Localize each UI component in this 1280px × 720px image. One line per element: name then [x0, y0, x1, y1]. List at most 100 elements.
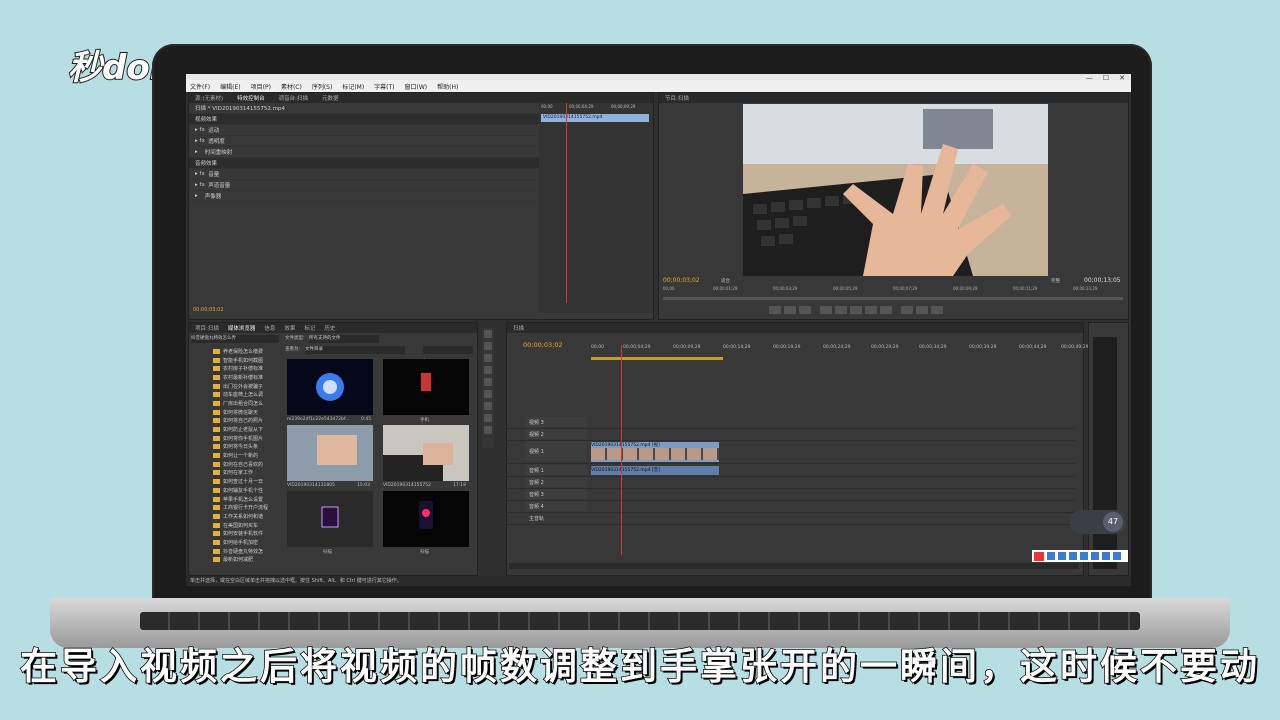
- effect-row-opacity[interactable]: ▸ fx 透明度: [189, 136, 539, 147]
- program-ruler[interactable]: 00;00 00;00;01;29 00;00;03;29 00;00;05;2…: [663, 286, 1123, 295]
- lift-icon[interactable]: [901, 306, 913, 314]
- track-select-icon[interactable]: [484, 342, 492, 350]
- track-header[interactable]: 音频 3: [525, 489, 587, 499]
- marker-icon[interactable]: [769, 306, 781, 314]
- view-as-select[interactable]: 文件目录: [305, 346, 405, 354]
- menu-help[interactable]: 帮助(H): [437, 82, 458, 91]
- slip-tool-icon[interactable]: [484, 390, 492, 398]
- zoom-fit-select[interactable]: 适合: [721, 278, 730, 284]
- folder-tree-item[interactable]: 如何在家工作: [193, 469, 281, 478]
- folder-tree-item[interactable]: 如何给手机加密: [193, 538, 281, 547]
- folder-tree-item[interactable]: 如何防止老鼠从下: [193, 425, 281, 434]
- folder-tree-item[interactable]: 厂房出租合同怎么: [193, 399, 281, 408]
- file-type-select[interactable]: 所有支持的文件: [309, 335, 379, 343]
- folder-tree-item[interactable]: 最新如何减肥: [193, 556, 281, 565]
- resolution-select[interactable]: 完整: [1051, 278, 1060, 284]
- go-to-in-icon[interactable]: [820, 306, 832, 314]
- menu-clip[interactable]: 素材(C): [281, 82, 302, 91]
- thumbnail[interactable]: [287, 491, 373, 547]
- folder-tree-item[interactable]: 如何查过十月一日: [193, 477, 281, 486]
- export-frame-icon[interactable]: [931, 306, 943, 314]
- tab-sequence[interactable]: 扫描: [513, 324, 524, 332]
- folder-tree-item[interactable]: 如何将自己的照片: [193, 417, 281, 426]
- effect-timecode[interactable]: 00;00;03;02: [193, 307, 224, 313]
- tab-effect-controls[interactable]: 特效控制台: [237, 94, 265, 102]
- ime-emoji-icon[interactable]: [1069, 552, 1077, 560]
- ime-keyboard-icon[interactable]: [1091, 552, 1099, 560]
- track-header[interactable]: 音频 1: [525, 465, 587, 475]
- folder-tree-item[interactable]: 动车座椅上怎么调: [193, 390, 281, 399]
- menu-title[interactable]: 字幕(T): [374, 82, 394, 91]
- tab-source[interactable]: 源:(无素材): [195, 94, 223, 102]
- path-dropdown[interactable]: 抖音硬盘丸特效怎么弄: [191, 335, 279, 343]
- folder-tree-item[interactable]: 在美国如何买车: [193, 521, 281, 530]
- timeline-scrollbar[interactable]: [509, 563, 1079, 569]
- step-forward-icon[interactable]: [865, 306, 877, 314]
- sogou-logo-icon[interactable]: [1034, 551, 1044, 561]
- effect-row-time-remap[interactable]: ▸ 时间重映射: [189, 147, 539, 158]
- folder-tree-item[interactable]: 如何安装手机软件: [193, 529, 281, 538]
- tab-metadata[interactable]: 元数据: [322, 94, 339, 102]
- track-header[interactable]: 音频 4: [525, 501, 587, 511]
- menu-sequence[interactable]: 序列(S): [312, 82, 333, 91]
- pen-tool-icon[interactable]: [484, 402, 492, 410]
- track-header[interactable]: 视频 3: [525, 417, 587, 427]
- rolling-edit-icon[interactable]: [484, 366, 492, 374]
- menu-edit[interactable]: 编辑(E): [220, 82, 240, 91]
- ime-punct-icon[interactable]: [1058, 552, 1066, 560]
- effect-row-motion[interactable]: ▸ fx 运动: [189, 125, 539, 136]
- folder-tree-item[interactable]: 智能手机如何截图: [193, 356, 281, 365]
- timeline-timecode[interactable]: 00;00;03;02: [523, 341, 563, 349]
- effect-row-panner[interactable]: ▸ 声像器: [189, 191, 539, 202]
- mark-out-icon[interactable]: [799, 306, 811, 314]
- tab-info[interactable]: 信息: [264, 324, 275, 332]
- track-header[interactable]: 视频 1: [525, 441, 587, 461]
- ime-lang-icon[interactable]: [1047, 552, 1055, 560]
- audio-clip[interactable]: VID20190314155752.mp4 [音]: [591, 466, 719, 475]
- speed-widget[interactable]: 47: [1070, 510, 1126, 534]
- selection-tool-icon[interactable]: [484, 330, 492, 338]
- mark-in-icon[interactable]: [784, 306, 796, 314]
- ime-mic-icon[interactable]: [1080, 552, 1088, 560]
- thumbnail[interactable]: [383, 425, 469, 481]
- folder-tree-item[interactable]: 农村房子补偿标准: [193, 364, 281, 373]
- timeline-playhead[interactable]: [621, 345, 622, 555]
- go-to-out-icon[interactable]: [880, 306, 892, 314]
- tab-program[interactable]: 节目:扫描: [665, 94, 689, 102]
- video-clip[interactable]: VID20190314155752.mp4 [视]: [591, 442, 719, 462]
- tab-history[interactable]: 历史: [324, 324, 335, 332]
- track-header[interactable]: 音频 2: [525, 477, 587, 487]
- track-header[interactable]: 主音轨: [525, 513, 587, 523]
- folder-tree-item[interactable]: 如何将微信聊天: [193, 408, 281, 417]
- razor-tool-icon[interactable]: [484, 378, 492, 386]
- program-timecode[interactable]: 00;00;03;02: [663, 277, 700, 284]
- ripple-edit-icon[interactable]: [484, 354, 492, 362]
- track-header[interactable]: 视频 2: [525, 429, 587, 439]
- folder-tree-item[interactable]: 如何在自己喜欢的: [193, 460, 281, 469]
- folder-tree-item[interactable]: 工作关系如何和谐: [193, 512, 281, 521]
- folder-tree-item[interactable]: 如何辅友手机个性: [193, 486, 281, 495]
- zoom-tool-icon[interactable]: [484, 426, 492, 434]
- playhead-line[interactable]: [566, 103, 567, 303]
- menu-project[interactable]: 项目(P): [251, 82, 271, 91]
- tab-effects[interactable]: 效果: [284, 324, 295, 332]
- folder-tree-item[interactable]: 农村最新补偿标准: [193, 373, 281, 382]
- menu-marker[interactable]: 标记(M): [342, 82, 364, 91]
- effect-row-volume[interactable]: ▸ fx 音量: [189, 169, 539, 180]
- ime-tools-icon[interactable]: [1113, 552, 1121, 560]
- folder-tree-item[interactable]: 养老保险怎么缴费: [193, 347, 281, 356]
- program-scrubber[interactable]: [663, 297, 1123, 300]
- menu-window[interactable]: 窗口(W): [405, 82, 428, 91]
- work-area-bar[interactable]: [591, 357, 723, 360]
- folder-tree-item[interactable]: 工商银行卡开户流程: [193, 503, 281, 512]
- folder-tree-item[interactable]: 如何让一个新的: [193, 451, 281, 460]
- tab-markers[interactable]: 标记: [304, 324, 315, 332]
- folder-tree-item[interactable]: 苹果手机怎么设置: [193, 495, 281, 504]
- timeline-ruler[interactable]: 00;00 00;00;04;29 00;00;09;29 00;00;14;2…: [591, 345, 1088, 355]
- folder-tree-item[interactable]: 抖音硬盘丸特效怎: [193, 547, 281, 556]
- step-back-icon[interactable]: [835, 306, 847, 314]
- effect-row-channel-volume[interactable]: ▸ fx 声道音量: [189, 180, 539, 191]
- menu-file[interactable]: 文件(F): [190, 82, 210, 91]
- thumbnail[interactable]: [383, 359, 469, 415]
- mini-timeline[interactable]: 00;00 00;00;04;29 00;00;09;29 VID2019031…: [539, 103, 653, 313]
